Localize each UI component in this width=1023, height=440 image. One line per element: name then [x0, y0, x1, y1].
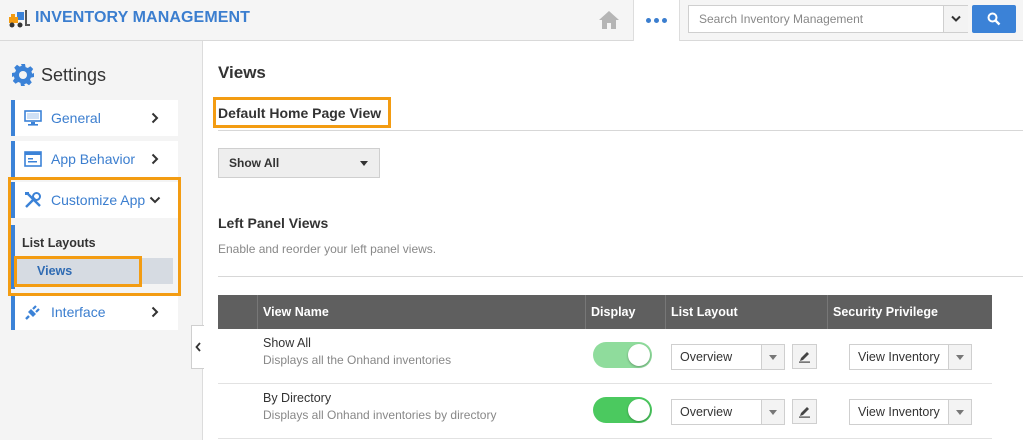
search-scope-dropdown[interactable]	[943, 6, 968, 32]
app-title[interactable]: INVENTORY MANAGEMENT	[35, 9, 250, 27]
table-row: Show All Displays all the Onhand invento…	[218, 329, 992, 384]
default-home-select[interactable]: Show All	[218, 148, 380, 178]
top-header: INVENTORY MANAGEMENT	[0, 0, 1023, 41]
views-table-header: View Name Display List Layout Security P…	[218, 295, 992, 329]
view-name: By Directory	[263, 391, 332, 405]
list-layout-select[interactable]: Overview	[671, 399, 785, 425]
column-header-list-layout: List Layout	[665, 295, 827, 329]
sidebar-item-customize-app[interactable]: Customize App	[11, 182, 178, 218]
toggle-knob	[628, 344, 650, 366]
view-description: Displays all Onhand inventories by direc…	[263, 408, 497, 422]
security-privilege-select[interactable]: View Inventory	[849, 344, 972, 370]
more-dots-icon	[646, 18, 651, 23]
column-header-view-name: View Name	[257, 295, 585, 329]
home-button[interactable]	[585, 0, 633, 40]
page-title: Views	[218, 63, 266, 82]
table-row: By Directory Displays all Onhand invento…	[218, 384, 992, 439]
security-privilege-value: View Inventory	[858, 350, 940, 364]
settings-header: Settings	[11, 63, 106, 87]
default-home-title: Default Home Page View	[218, 105, 382, 121]
plug-icon	[23, 302, 43, 322]
main-content: Views Default Home Page View Show All Le…	[203, 41, 1023, 440]
sidebar-item-interface[interactable]: Interface	[11, 294, 178, 330]
monitor-icon	[23, 108, 43, 128]
security-privilege-select[interactable]: View Inventory	[849, 399, 972, 425]
sidebar-item-app-behavior[interactable]: App Behavior	[11, 141, 178, 177]
default-home-value: Show All	[229, 156, 280, 170]
view-description: Displays all the Onhand inventories	[263, 353, 452, 367]
search-box	[688, 5, 968, 33]
more-dot	[662, 18, 667, 23]
edit-layout-button[interactable]	[792, 399, 817, 424]
column-header-security-privilege: Security Privilege	[827, 295, 992, 329]
chevron-right-icon	[148, 305, 162, 319]
search-icon	[987, 12, 1001, 26]
sidebar-item-general[interactable]: General	[11, 100, 178, 136]
sidebar-item-label: Interface	[51, 304, 106, 320]
column-header-display: Display	[585, 295, 665, 329]
caret-down-icon	[761, 400, 784, 424]
chevron-down-icon	[148, 193, 162, 207]
sidebar-item-label: General	[51, 110, 101, 126]
gear-icon	[12, 64, 34, 86]
submenu-item-views[interactable]: Views	[15, 258, 173, 284]
caret-down-icon	[948, 400, 971, 424]
more-options-button[interactable]	[633, 0, 680, 41]
left-panel-title: Left Panel Views	[218, 215, 329, 231]
toggle-knob	[628, 399, 650, 421]
sidebar: Settings General App Behavior Customize …	[0, 41, 203, 440]
caret-down-icon	[948, 345, 971, 369]
section-divider	[218, 276, 1023, 277]
submenu-item-list-layouts[interactable]: List Layouts	[22, 236, 96, 250]
view-name: Show All	[263, 336, 311, 350]
tools-icon	[23, 190, 43, 210]
chevron-right-icon	[148, 152, 162, 166]
list-layout-value: Overview	[680, 350, 733, 364]
settings-title: Settings	[41, 64, 107, 85]
home-icon	[599, 11, 619, 29]
sidebar-item-label: Customize App	[51, 192, 146, 208]
chevron-right-icon	[148, 111, 162, 125]
app-window-icon	[23, 149, 43, 169]
caret-down-icon	[761, 345, 784, 369]
list-layout-select[interactable]: Overview	[671, 344, 785, 370]
list-layout-value: Overview	[680, 405, 733, 419]
more-dot	[654, 18, 659, 23]
display-toggle[interactable]	[593, 342, 652, 368]
section-divider	[218, 130, 1023, 131]
search-button[interactable]	[972, 5, 1016, 33]
chevron-left-icon	[195, 342, 201, 352]
edit-layout-button[interactable]	[792, 344, 817, 369]
pencil-icon	[799, 407, 810, 418]
sidebar-item-label: App Behavior	[51, 151, 136, 167]
forklift-logo-icon	[9, 10, 30, 28]
pencil-icon	[799, 352, 810, 363]
chevron-down-icon	[951, 15, 961, 22]
display-toggle[interactable]	[593, 397, 652, 423]
search-input[interactable]	[689, 6, 943, 32]
left-panel-description: Enable and reorder your left panel views…	[218, 242, 437, 256]
caret-down-icon	[360, 160, 368, 166]
security-privilege-value: View Inventory	[858, 405, 940, 419]
